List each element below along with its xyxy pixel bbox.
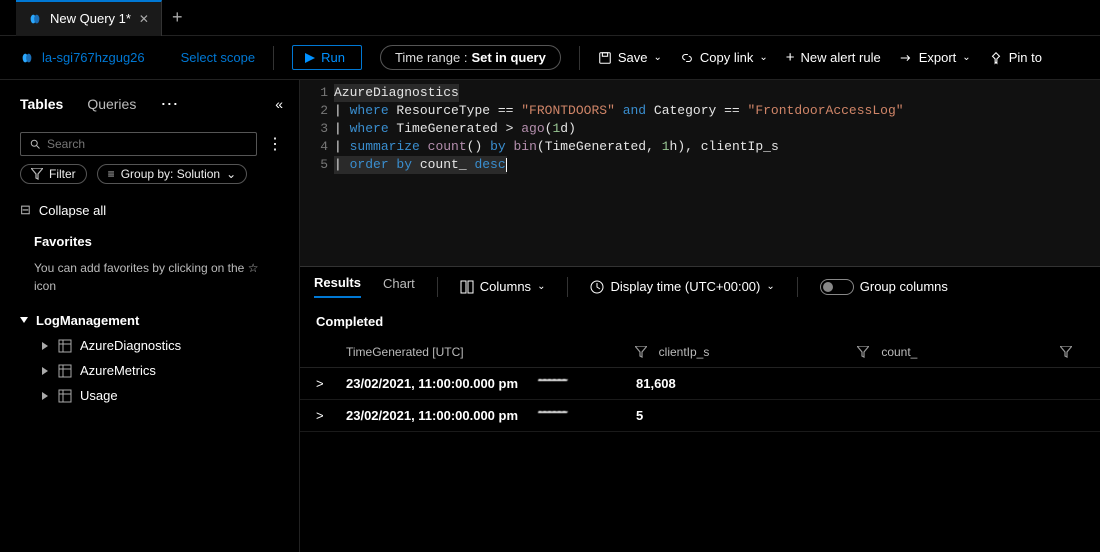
table-row[interactable]: > 23/02/2021, 11:00:00.000 pm 81,608 (300, 368, 1100, 400)
filter-icon (31, 168, 43, 180)
grid-header: TimeGenerated [UTC] clientIp_s count_ (300, 337, 1100, 368)
col-clientip[interactable]: clientIp_s (659, 345, 759, 359)
results-grid: TimeGenerated [UTC] clientIp_s count_ > … (300, 337, 1100, 432)
caret-right-icon (42, 342, 50, 350)
workspace-icon (20, 51, 34, 65)
pin-button[interactable]: Pin to (989, 50, 1042, 65)
favorites-heading: Favorites (34, 234, 283, 249)
list-icon: ≡ (108, 167, 115, 181)
sidebar: Tables Queries ⋯ « ⋮ Filter ≡ Gr (0, 80, 300, 552)
query-icon (28, 12, 42, 26)
chevron-down-icon: ⌄ (226, 167, 236, 181)
collapse-icon: ⊟ (20, 202, 31, 218)
select-scope-link[interactable]: Select scope (181, 50, 255, 65)
chevron-down-icon: ⌄ (962, 52, 970, 63)
collapse-all-button[interactable]: ⊟ Collapse all (20, 202, 283, 218)
toolbar: la-sgi767hzgug26 Select scope Run Time r… (0, 36, 1100, 80)
group-columns-toggle[interactable]: Group columns (820, 279, 948, 295)
filter-icon[interactable] (857, 346, 869, 358)
caret-right-icon (42, 367, 50, 375)
line-gutter: 1 2 3 4 5 (300, 84, 334, 266)
code-area[interactable]: AzureDiagnostics | where ResourceType ==… (334, 84, 1100, 266)
schema-tree: ⊟ Collapse all Favorites You can add fav… (20, 202, 283, 403)
export-icon (899, 51, 913, 65)
time-range-pill[interactable]: Time range : Set in query (380, 45, 561, 70)
query-status: Completed (300, 306, 1100, 337)
col-count[interactable]: count_ (881, 345, 961, 359)
columns-icon (460, 280, 474, 294)
plus-icon: + (786, 49, 795, 66)
query-editor[interactable]: 1 2 3 4 5 AzureDiagnostics | where Resou… (300, 80, 1100, 266)
table-icon (58, 339, 72, 353)
tree-leaf-azuremetrics[interactable]: AzureMetrics (42, 363, 283, 378)
toggle-switch[interactable] (820, 279, 854, 295)
chevron-down-icon: ⌄ (766, 281, 774, 292)
caret-right-icon (42, 392, 50, 400)
query-tab[interactable]: New Query 1* ✕ (16, 0, 162, 36)
save-button[interactable]: Save ⌄ (598, 50, 662, 65)
redacted-value (536, 376, 606, 388)
table-icon (58, 364, 72, 378)
text-cursor (506, 158, 507, 172)
caret-down-icon (20, 317, 28, 325)
filter-icon[interactable] (1060, 346, 1072, 358)
new-alert-button[interactable]: + New alert rule (786, 49, 881, 66)
tab-strip: New Query 1* ✕ + (0, 0, 1100, 36)
display-time-button[interactable]: Display time (UTC+00:00) ⌄ (590, 279, 774, 294)
tree-group-logmanagement[interactable]: LogManagement (20, 313, 283, 328)
kebab-icon[interactable]: ⋮ (267, 134, 283, 154)
expand-icon[interactable]: > (316, 376, 346, 391)
groupby-chip[interactable]: ≡ Group by: Solution ⌄ (97, 164, 247, 184)
table-row[interactable]: > 23/02/2021, 11:00:00.000 pm 5 (300, 400, 1100, 432)
chevron-down-icon: ⌄ (654, 52, 662, 63)
play-icon (305, 53, 315, 63)
search-icon (29, 138, 41, 150)
chevron-down-icon: ⌄ (759, 52, 767, 63)
save-icon (598, 51, 612, 65)
search-input[interactable] (20, 132, 257, 156)
tab-tables[interactable]: Tables (20, 96, 63, 112)
run-button[interactable]: Run (292, 45, 362, 70)
search-field[interactable] (47, 137, 248, 151)
tree-leaf-usage[interactable]: Usage (42, 388, 283, 403)
new-tab-button[interactable]: + (172, 7, 183, 28)
workspace-name[interactable]: la-sgi767hzgug26 (20, 50, 145, 65)
expand-icon[interactable]: > (316, 408, 346, 423)
more-icon[interactable]: ⋯ (160, 94, 180, 115)
tree-leaf-azurediagnostics[interactable]: AzureDiagnostics (42, 338, 283, 353)
tab-results[interactable]: Results (314, 275, 361, 298)
table-icon (58, 389, 72, 403)
clock-icon (590, 280, 604, 294)
filter-icon[interactable] (635, 346, 647, 358)
link-icon (680, 51, 694, 65)
collapse-panel-icon[interactable]: « (275, 96, 283, 112)
filter-chip[interactable]: Filter (20, 164, 87, 184)
results-toolbar: Results Chart Columns ⌄ Display time (UT… (300, 266, 1100, 306)
pin-icon (989, 51, 1003, 65)
tab-chart[interactable]: Chart (383, 276, 415, 297)
favorites-description: You can add favorites by clicking on the… (34, 259, 283, 295)
columns-button[interactable]: Columns ⌄ (460, 279, 546, 294)
export-button[interactable]: Export ⌄ (899, 50, 971, 65)
tab-title: New Query 1* (50, 11, 131, 26)
close-icon[interactable]: ✕ (139, 12, 149, 26)
tab-queries[interactable]: Queries (87, 96, 136, 112)
chevron-down-icon: ⌄ (537, 281, 545, 292)
col-timegenerated[interactable]: TimeGenerated [UTC] (346, 345, 536, 359)
copy-link-button[interactable]: Copy link ⌄ (680, 50, 768, 65)
redacted-value (536, 408, 606, 420)
